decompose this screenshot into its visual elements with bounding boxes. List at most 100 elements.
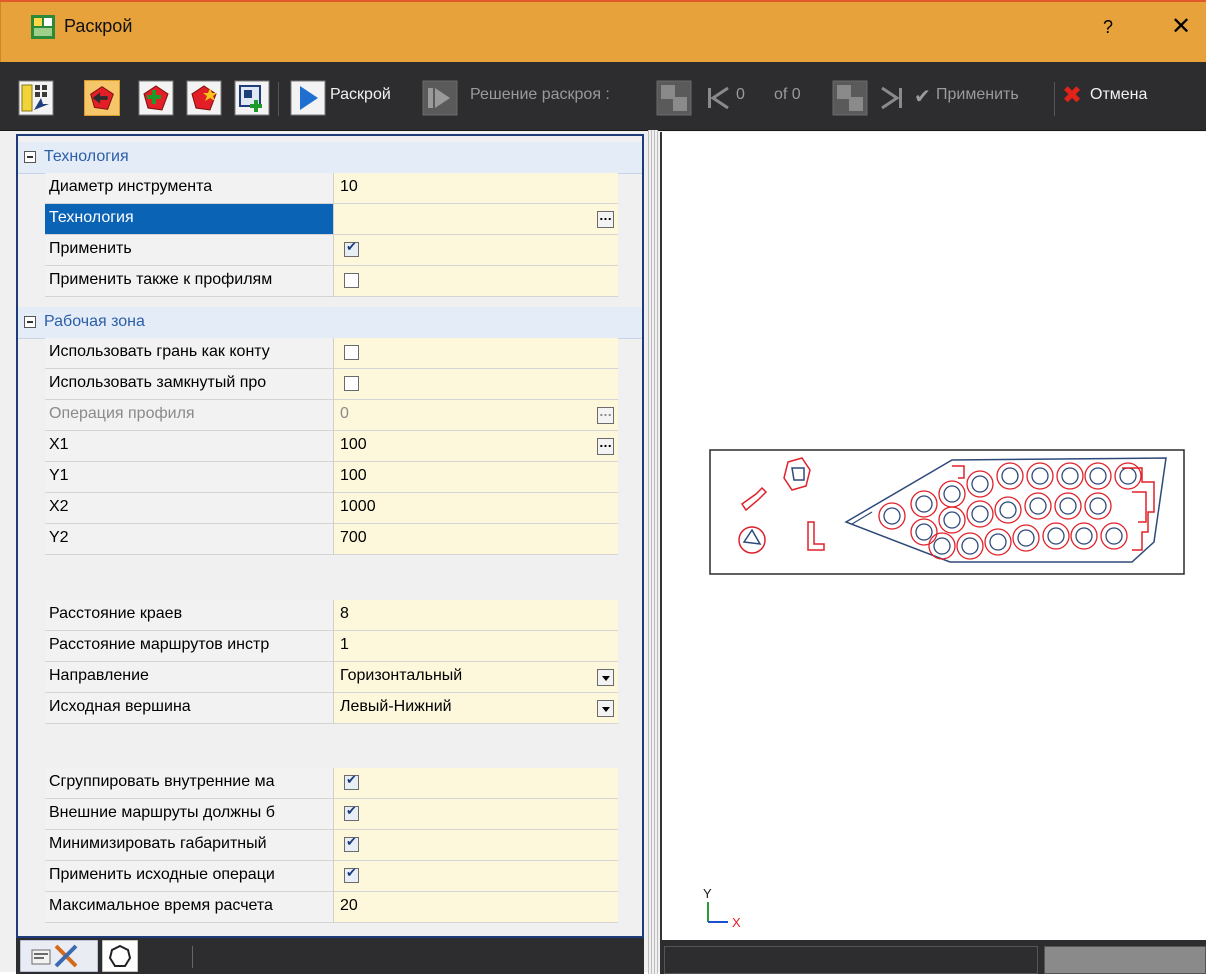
- apply-checkbox-cell: [334, 235, 618, 266]
- property-label: Использовать грань как конту: [45, 338, 334, 369]
- property-label: Y1: [45, 462, 334, 493]
- minimize-checkbox[interactable]: [344, 835, 359, 852]
- collapse-toggle[interactable]: [24, 316, 36, 328]
- max-calc-time-field[interactable]: 20: [334, 892, 618, 923]
- property-row[interactable]: X2 1000: [18, 493, 642, 524]
- browse-button[interactable]: ...: [597, 211, 614, 228]
- property-row[interactable]: Расстояние краев 8: [18, 600, 642, 631]
- property-row[interactable]: Применить также к профилям: [18, 266, 642, 297]
- toolbar-separator: [278, 82, 279, 116]
- last-solution-icon[interactable]: [874, 80, 910, 116]
- help-button[interactable]: ?: [1093, 12, 1123, 42]
- property-row[interactable]: Диаметр инструмента 10: [18, 173, 642, 204]
- next-solution-group-icon[interactable]: [832, 80, 868, 116]
- run-nesting-label[interactable]: Раскрой: [330, 86, 391, 104]
- use-closed-checkbox-cell: [334, 369, 618, 400]
- property-label: Исходная вершина: [45, 693, 334, 724]
- remove-part-button[interactable]: [84, 80, 120, 116]
- use-edge-checkbox[interactable]: [344, 345, 359, 360]
- status-segment: [664, 946, 1038, 974]
- browse-button[interactable]: ...: [597, 407, 614, 424]
- start-vertex-value: Левый-Нижний: [340, 698, 452, 715]
- drawing-canvas[interactable]: Y X: [660, 132, 1206, 940]
- browse-button[interactable]: ...: [597, 438, 614, 455]
- panel-splitter[interactable]: [648, 130, 658, 974]
- status-bar: [660, 940, 1206, 974]
- property-label: Применить исходные операци: [45, 861, 334, 892]
- solution-counter-total: of 0: [774, 86, 801, 103]
- panel-tabs: [16, 938, 644, 974]
- external-paths-checkbox[interactable]: [344, 804, 359, 821]
- property-row[interactable]: Минимизировать габаритный: [18, 830, 642, 861]
- property-row[interactable]: Y1 100: [18, 462, 642, 493]
- status-segment: [1044, 946, 1206, 974]
- x2-field[interactable]: 1000: [334, 493, 618, 524]
- property-row[interactable]: Исходная вершина Левый-Нижний: [18, 693, 642, 724]
- property-row[interactable]: Применить исходные операци: [18, 861, 642, 892]
- step-play-icon[interactable]: [422, 80, 458, 116]
- group-header-technology[interactable]: Технология: [18, 142, 642, 174]
- property-row[interactable]: Использовать замкнутый про: [18, 369, 642, 400]
- group-title: Технология: [44, 148, 129, 165]
- app-icon: [31, 15, 55, 39]
- cancel-button[interactable]: Отмена: [1090, 86, 1147, 104]
- group-internal-checkbox[interactable]: [344, 773, 359, 790]
- apply-profiles-checkbox-cell: [334, 266, 618, 297]
- collapse-toggle[interactable]: [24, 151, 36, 163]
- toolbar-separator: [1054, 82, 1055, 116]
- property-row[interactable]: Применить: [18, 235, 642, 266]
- chevron-down-icon[interactable]: [597, 669, 614, 686]
- technology-field[interactable]: ...: [334, 204, 618, 235]
- property-label: Максимальное время расчета: [45, 892, 334, 923]
- use-closed-checkbox[interactable]: [344, 376, 359, 391]
- property-row[interactable]: Y2 700: [18, 524, 642, 555]
- external-paths-checkbox-cell: [334, 799, 618, 830]
- y1-field[interactable]: 100: [334, 462, 618, 493]
- nesting-window: Раскрой ? ✕ Раскрой Решение раскроя: 0 …: [0, 0, 1206, 974]
- property-label: Технология: [45, 204, 334, 235]
- property-label: Минимизировать габаритный: [45, 830, 334, 861]
- chevron-down-icon[interactable]: [597, 700, 614, 717]
- toolpath-distance-field[interactable]: 1: [334, 631, 618, 662]
- add-part-star-button[interactable]: [186, 80, 222, 116]
- property-row[interactable]: Максимальное время расчета 20: [18, 892, 642, 923]
- apply-source-ops-checkbox[interactable]: [344, 866, 359, 883]
- apply-check-icon: ✔: [914, 84, 931, 108]
- first-solution-icon[interactable]: [656, 80, 692, 116]
- import-parts-button[interactable]: [234, 80, 270, 116]
- apply-checkbox[interactable]: [344, 240, 359, 257]
- edge-distance-field[interactable]: 8: [334, 600, 618, 631]
- property-label: Использовать замкнутый про: [45, 369, 334, 400]
- property-label: Сгруппировать внутренние ма: [45, 768, 334, 799]
- group-header-work-area[interactable]: Рабочая зона: [18, 307, 642, 339]
- property-row[interactable]: Расстояние маршрутов инстр 1: [18, 631, 642, 662]
- use-edge-checkbox-cell: [334, 338, 618, 369]
- property-row[interactable]: Сгруппировать внутренние ма: [18, 768, 642, 799]
- property-row[interactable]: Использовать грань как конту: [18, 338, 642, 369]
- start-vertex-select[interactable]: Левый-Нижний: [334, 693, 618, 724]
- add-part-button[interactable]: [138, 80, 174, 116]
- properties-tools-tab[interactable]: [20, 940, 98, 972]
- close-button[interactable]: ✕: [1166, 12, 1196, 42]
- property-row-selected[interactable]: Технология ...: [18, 204, 642, 235]
- property-grid: Технология Диаметр инструмента 10 Технол…: [16, 134, 644, 938]
- play-icon[interactable]: [290, 80, 326, 116]
- x1-field[interactable]: 100...: [334, 431, 618, 462]
- property-row[interactable]: X1 100...: [18, 431, 642, 462]
- circle-tab[interactable]: [102, 940, 138, 972]
- y2-field[interactable]: 700: [334, 524, 618, 555]
- apply-profiles-checkbox[interactable]: [344, 273, 359, 288]
- previous-solution-icon[interactable]: [700, 80, 736, 116]
- property-row[interactable]: Направление Горизонтальный: [18, 662, 642, 693]
- property-row[interactable]: Внешние маршруты должны б: [18, 799, 642, 830]
- tool-diameter-field[interactable]: 10: [334, 173, 618, 204]
- direction-select[interactable]: Горизонтальный: [334, 662, 618, 693]
- apply-button[interactable]: Применить: [936, 86, 1019, 104]
- cancel-x-icon: ✖: [1062, 81, 1083, 109]
- axis-y-label: Y: [703, 886, 712, 901]
- property-label: Расстояние краев: [45, 600, 334, 631]
- select-parts-button[interactable]: [18, 80, 54, 116]
- profile-operation-field: 0...: [334, 400, 618, 431]
- property-label: X2: [45, 493, 334, 524]
- minimize-checkbox-cell: [334, 830, 618, 861]
